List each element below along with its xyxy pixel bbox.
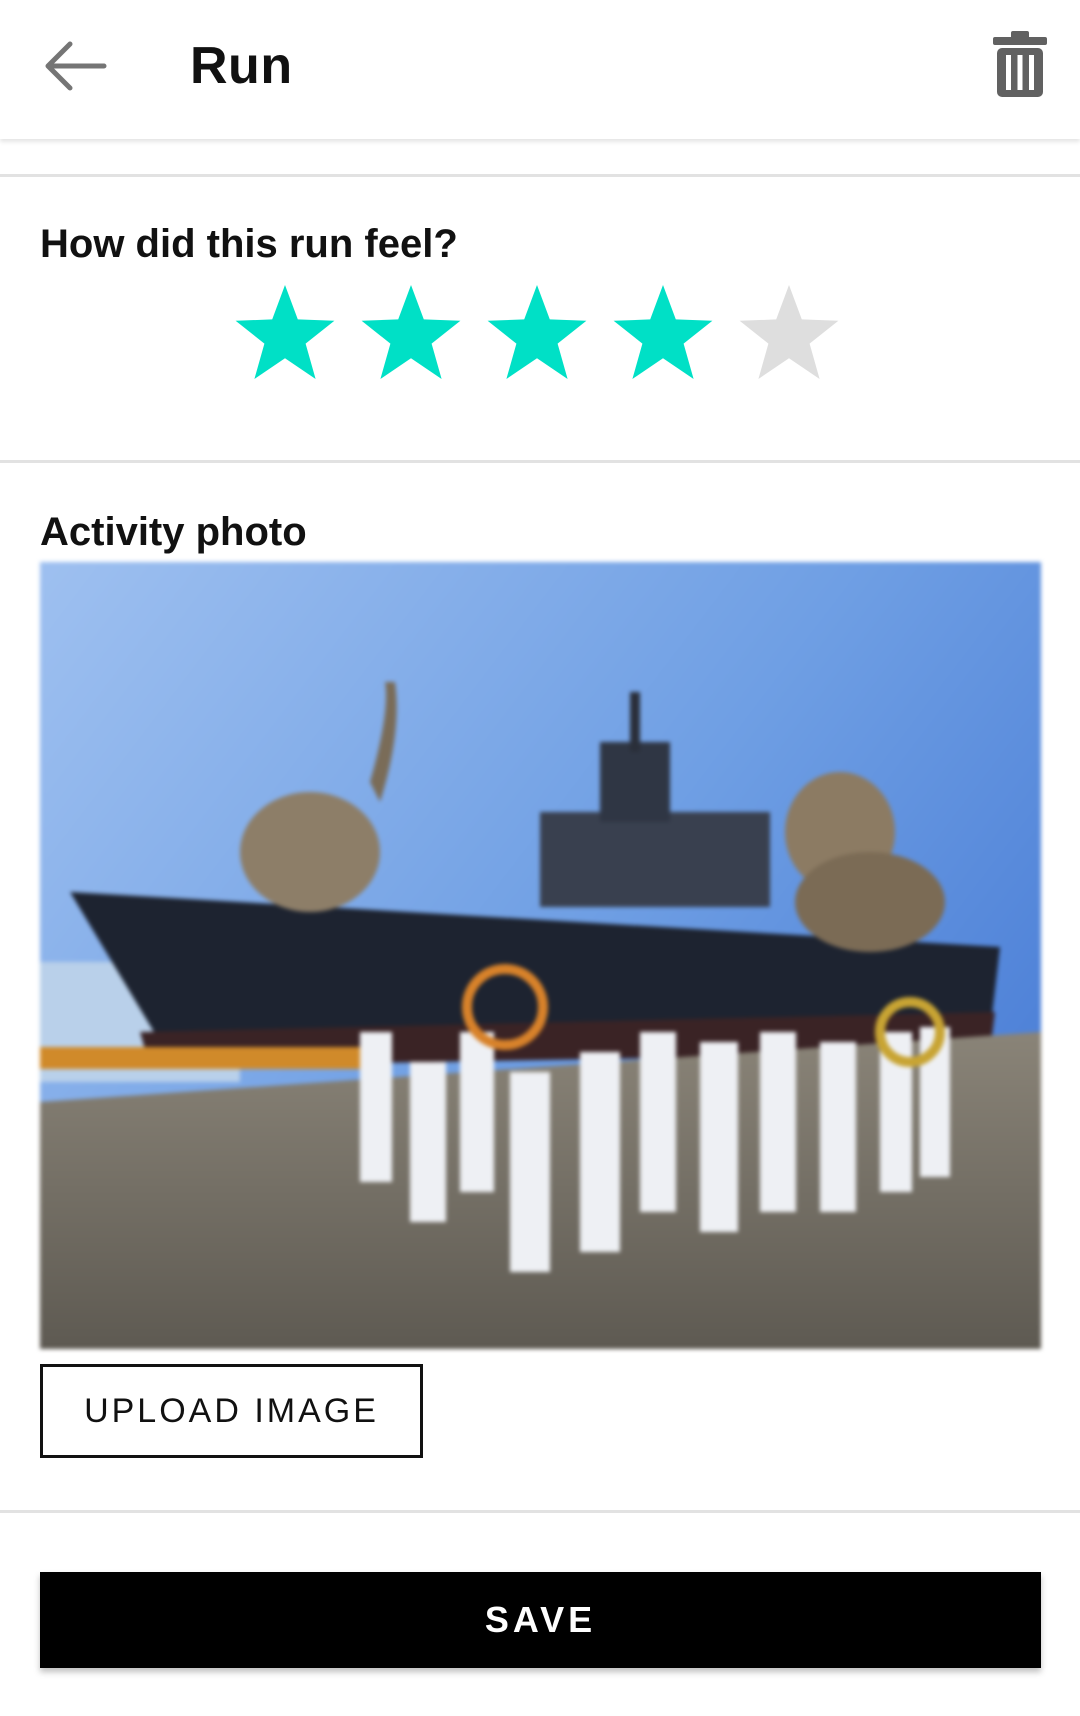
star-rating[interactable] xyxy=(232,282,842,392)
section-divider xyxy=(0,1510,1080,1513)
star-filled-icon[interactable] xyxy=(610,282,716,388)
trash-icon xyxy=(993,30,1047,102)
delete-button[interactable] xyxy=(980,24,1060,108)
star-empty-icon[interactable] xyxy=(736,282,842,388)
run-detail-screen: Run How did this run feel? Activity phot… xyxy=(0,0,1080,1716)
back-button[interactable] xyxy=(34,28,114,108)
star-filled-icon[interactable] xyxy=(232,282,338,388)
section-divider xyxy=(0,174,1080,177)
star-filled-icon[interactable] xyxy=(484,282,590,388)
activity-photo-label: Activity photo xyxy=(40,510,307,554)
arrow-left-icon xyxy=(40,38,108,99)
top-app-bar: Run xyxy=(0,0,1080,139)
activity-photo xyxy=(40,562,1041,1349)
rating-question: How did this run feel? xyxy=(40,222,458,266)
page-title: Run xyxy=(190,37,293,95)
upload-image-button[interactable]: UPLOAD IMAGE xyxy=(40,1364,423,1458)
section-divider xyxy=(0,460,1080,463)
star-filled-icon[interactable] xyxy=(358,282,464,388)
save-button[interactable]: SAVE xyxy=(40,1572,1041,1668)
